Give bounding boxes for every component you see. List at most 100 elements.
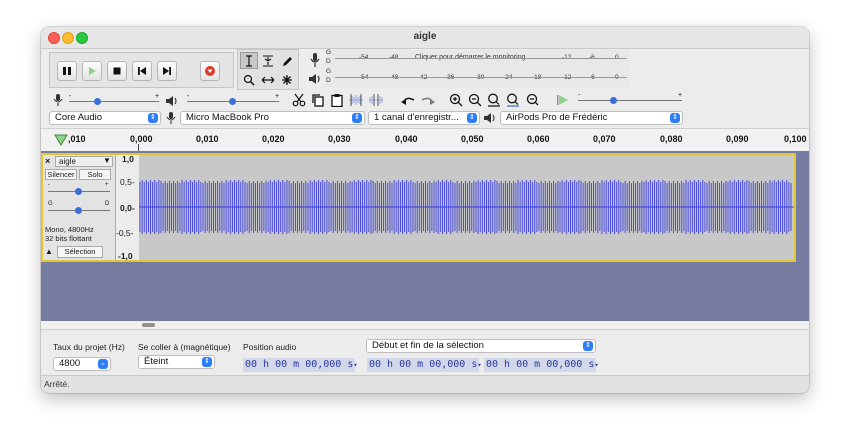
record-meter[interactable]: G D -54 -48 Cliquer pour démarrer le mon… — [325, 49, 630, 68]
zoom-toggle-button[interactable] — [523, 91, 541, 108]
status-text: Arrêté. — [44, 379, 70, 389]
fit-project-button[interactable] — [504, 91, 522, 108]
scale-label: -1,0 — [118, 251, 133, 261]
horizontal-scrollbar[interactable] — [41, 321, 809, 329]
slider-thumb[interactable] — [94, 98, 101, 105]
ruler-label: 0,100 — [784, 134, 807, 144]
microphone-icon — [310, 53, 320, 67]
playback-volume-slider[interactable]: - + — [187, 93, 279, 106]
record-button[interactable] — [200, 61, 220, 81]
snap-to-select[interactable]: Éteint ⇕ — [138, 355, 215, 369]
time-shift-tool[interactable] — [259, 71, 277, 88]
audio-host-value: Core Audio — [55, 112, 103, 123]
recording-channels-select[interactable]: 1 canal d'enregistr... ⇕ — [368, 111, 480, 125]
project-rate-select[interactable]: 4800 ⌄ — [53, 357, 111, 371]
gain-slider-thumb[interactable] — [75, 188, 82, 195]
i-beam-icon — [246, 54, 252, 67]
meter-label-left: G — [326, 49, 332, 56]
envelope-tool[interactable] — [259, 52, 277, 69]
playback-speed-slider[interactable]: - + — [578, 92, 683, 105]
slider-thumb[interactable] — [610, 97, 617, 104]
selection-start-field[interactable]: 00 h 00 m 00,000 s▾ — [367, 358, 482, 372]
edit-toolbar — [288, 90, 392, 110]
play-icon — [557, 94, 568, 105]
status-bar: Arrêté. — [41, 375, 809, 393]
redo-button[interactable] — [419, 91, 437, 108]
collapse-track-icon[interactable]: ▲ — [45, 247, 56, 257]
selection-end-field[interactable]: 00 h 00 m 00,000 s▾ — [484, 358, 599, 372]
ruler-label: 0,040 — [395, 134, 418, 144]
timeline-ruler[interactable]: ,010 0,000 0,010 0,020 0,030 0,040 0,050… — [41, 128, 809, 152]
fit-selection-button[interactable] — [485, 91, 503, 108]
gain-min-label: - — [48, 182, 50, 188]
ruler-zero-tick — [138, 144, 139, 151]
select-track-button[interactable]: Sélection — [57, 246, 103, 258]
silence-button[interactable] — [367, 91, 385, 108]
track-bit-depth: 32 bits flottant — [45, 234, 92, 243]
selection-end-value: 00 h 00 m 00,000 s — [486, 359, 595, 370]
mute-button[interactable]: Silencer — [45, 169, 77, 180]
meter-track — [335, 77, 627, 78]
ruler-label: 0,080 — [660, 134, 683, 144]
pan-slider[interactable]: G D — [48, 201, 110, 217]
stop-button[interactable] — [107, 61, 127, 81]
audio-position-field[interactable]: 00 h 00 m 00,000 s▾ — [243, 358, 358, 372]
playback-meter[interactable]: G D -54 -48 -42 -36 -30 -24 -18 -12 -6 0 — [325, 68, 630, 87]
scrollbar-thumb[interactable] — [142, 323, 155, 327]
copy-icon — [312, 93, 324, 107]
skip-to-end-button[interactable] — [157, 61, 177, 81]
playback-device-select[interactable]: AirPods Pro de Frédéric ⇕ — [500, 111, 683, 125]
zoom-in-button[interactable] — [447, 91, 465, 108]
amplitude-scale: 1,0 0,5- 0,0- -0,5- -1,0 — [115, 154, 140, 261]
cut-button[interactable] — [290, 91, 308, 108]
slider-max-label: + — [155, 93, 160, 100]
paste-button[interactable] — [328, 91, 346, 108]
project-rate-label: Taux du projet (Hz) — [53, 342, 125, 352]
stop-icon — [113, 67, 121, 75]
asterisk-icon — [282, 74, 292, 85]
play-button[interactable] — [82, 61, 102, 81]
slider-thumb[interactable] — [229, 98, 236, 105]
zoom-tool[interactable] — [240, 71, 258, 88]
undo-button[interactable] — [399, 91, 417, 108]
double-arrow-icon — [261, 76, 275, 83]
close-track-icon[interactable]: × — [45, 157, 54, 166]
selection-toolbar: Taux du projet (Hz) 4800 ⌄ Se coller à (… — [41, 329, 809, 375]
selection-tool[interactable] — [240, 52, 258, 69]
dropdown-arrow-icon: ▼ — [103, 156, 111, 165]
trim-audio-icon — [349, 93, 363, 106]
copy-button[interactable] — [309, 91, 327, 108]
skip-to-start-button[interactable] — [132, 61, 152, 81]
pan-slider-thumb[interactable] — [75, 207, 82, 214]
magnifier-icon — [243, 74, 255, 86]
zoom-selection-icon — [488, 93, 500, 107]
slider-max-label: + — [678, 92, 683, 99]
waveform[interactable] — [139, 155, 794, 260]
draw-tool[interactable] — [278, 52, 296, 69]
selection-mode-select[interactable]: Début et fin de la sélection ⇕ — [366, 339, 596, 353]
app-window: aigle G D G D - + - + - + Core Audio ⇕ M… — [41, 27, 809, 393]
recording-device-select[interactable]: Micro MacBook Pro ⇕ — [180, 111, 365, 125]
audio-position-label: Position audio — [243, 342, 297, 352]
zoom-out-button[interactable] — [466, 91, 484, 108]
zoom-toolbar — [446, 90, 546, 110]
gain-slider[interactable]: - + — [48, 182, 110, 198]
track-name-menu[interactable]: aigle ▼ — [55, 156, 113, 167]
solo-button[interactable]: Solo — [79, 169, 111, 180]
microphone-icon — [53, 94, 63, 106]
play-at-speed-button[interactable] — [554, 91, 572, 108]
record-icon — [205, 66, 215, 76]
track-format: Mono, 4800Hz — [45, 225, 94, 234]
selection-mode-value: Début et fin de la sélection — [372, 340, 484, 351]
trim-button[interactable] — [347, 91, 365, 108]
play-head-icon — [54, 134, 68, 146]
multi-tool[interactable] — [278, 71, 296, 88]
pause-icon — [63, 67, 71, 75]
playback-meter-button[interactable] — [305, 70, 325, 88]
record-meter-button[interactable] — [305, 51, 325, 69]
microphone-icon — [166, 112, 176, 124]
mixer-toolbar: - + - + — [49, 92, 285, 110]
recording-volume-slider[interactable]: - + — [69, 93, 160, 106]
audio-host-select[interactable]: Core Audio ⇕ — [49, 111, 161, 125]
pause-button[interactable] — [57, 61, 77, 81]
